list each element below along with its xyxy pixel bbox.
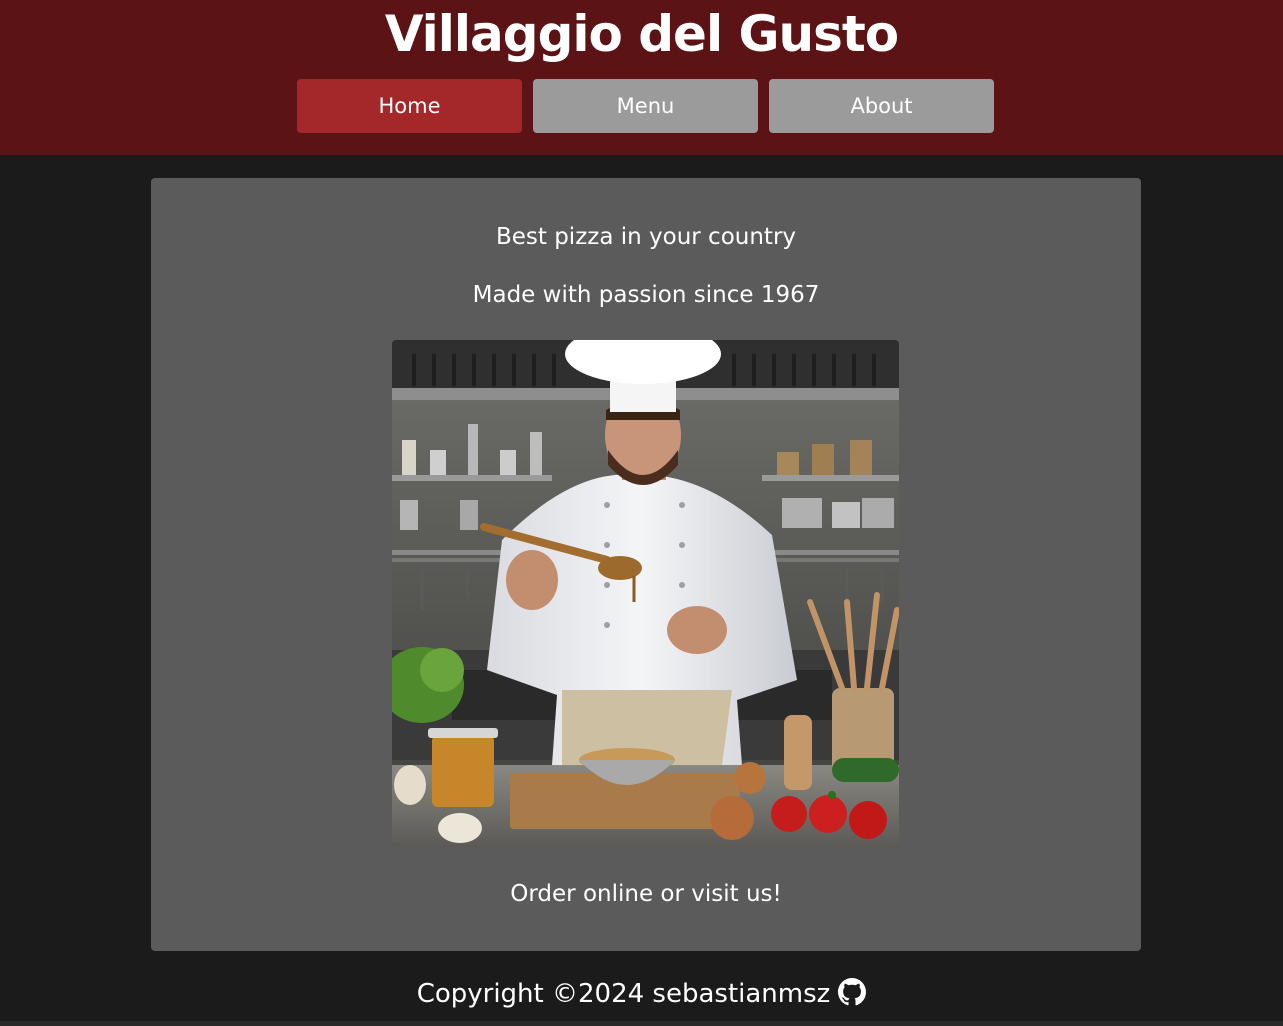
site-title: Villaggio del Gusto [384, 5, 899, 63]
page-bottom-border [0, 1021, 1283, 1026]
copyright-text: Copyright ©2024 sebastianmsz [416, 979, 831, 1009]
call-to-action: Order online or visit us! [510, 881, 782, 907]
site-header: Villaggio del Gusto Home Menu About [0, 0, 1283, 155]
home-content-card: Best pizza in your country Made with pas… [151, 178, 1141, 951]
nav-about-button[interactable]: About [769, 79, 994, 133]
site-footer: Copyright ©2024 sebastianmsz [0, 976, 1283, 1012]
subtitle: Made with passion since 1967 [472, 282, 820, 308]
chef-image [392, 340, 899, 847]
github-icon[interactable] [838, 978, 867, 1006]
nav-menu-button[interactable]: Menu [533, 79, 758, 133]
nav-home-button[interactable]: Home [297, 79, 522, 133]
tagline: Best pizza in your country [495, 224, 797, 250]
main-nav: Home Menu About [297, 79, 995, 133]
